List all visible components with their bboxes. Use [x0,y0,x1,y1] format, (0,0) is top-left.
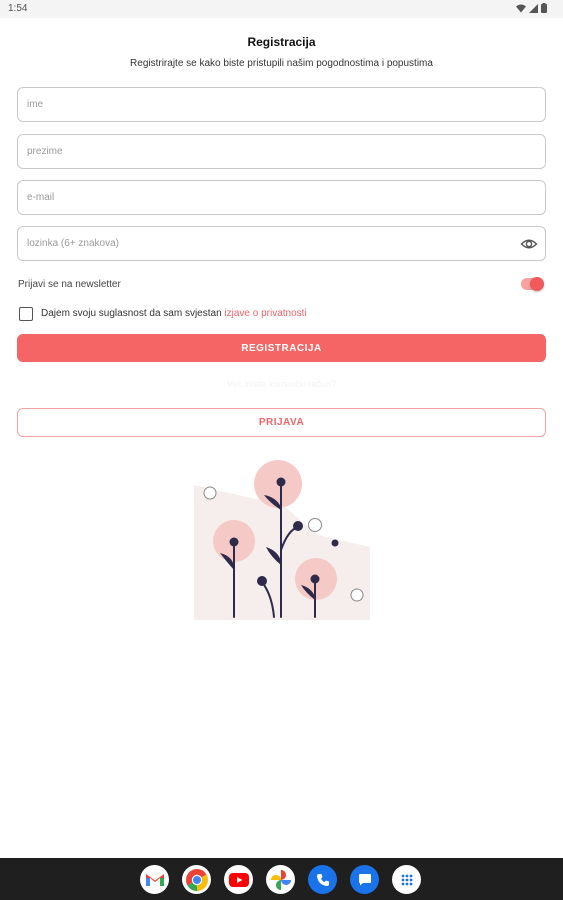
consent-text: Dajem svoju suglasnost da sam svjestan i… [41,308,307,319]
youtube-icon [228,872,249,887]
first-name-field[interactable] [17,87,546,122]
register-button[interactable]: REGISTRACIJA [17,334,546,362]
existing-account-text: Već imate korisnički račun? [226,379,337,389]
last-name-field[interactable] [17,134,546,169]
chrome-icon [185,868,208,891]
app-dock [140,865,421,894]
photos-app[interactable] [266,865,295,894]
status-icons [516,3,547,13]
newsletter-toggle[interactable] [521,277,544,291]
signal-icon [529,3,538,13]
newsletter-label: Prijavi se na newsletter [18,279,121,290]
privacy-policy-link[interactable]: izjave o privatnosti [224,308,306,319]
phone-app[interactable] [308,865,337,894]
photos-icon [270,869,291,890]
phone-icon [316,873,329,886]
status-bar: 1:54 [0,0,563,18]
page-subtitle: Registrirajte se kako biste pristupili n… [130,58,433,69]
first-name-input[interactable] [27,88,507,121]
password-field[interactable] [17,226,546,261]
password-input[interactable] [27,227,507,260]
email-field[interactable] [17,180,546,215]
youtube-app[interactable] [224,865,253,894]
login-button[interactable]: PRIJAVA [17,408,546,437]
messages-icon [358,874,371,886]
show-password-icon[interactable] [520,235,538,253]
app-drawer[interactable] [392,865,421,894]
chrome-app[interactable] [182,865,211,894]
consent-label: Dajem svoju suglasnost da sam svjestan [41,308,222,319]
last-name-input[interactable] [27,135,507,168]
flowers-illustration [194,460,370,620]
messages-app[interactable] [350,865,379,894]
consent-checkbox[interactable] [19,307,33,321]
app-drawer-icon [401,874,412,885]
battery-icon [541,3,547,13]
wifi-icon [516,4,526,12]
page-title: Registracija [247,35,316,49]
newsletter-toggle-knob [530,277,544,291]
status-time: 1:54 [8,3,28,14]
email-input[interactable] [27,181,507,214]
gmail-icon [145,874,164,886]
gmail-app[interactable] [140,865,169,894]
nav-bar [0,858,563,900]
